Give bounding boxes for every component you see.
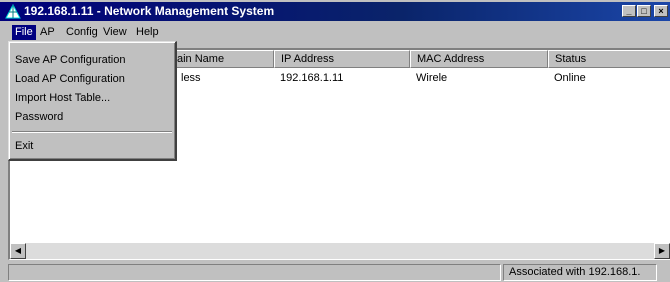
minimize-button[interactable]: _ — [622, 5, 636, 17]
menu-view[interactable]: View — [100, 25, 130, 40]
column-header-mac[interactable]: MAC Address — [410, 50, 548, 68]
scroll-right-icon: ▶ — [658, 246, 666, 255]
status-pane-left — [8, 264, 501, 281]
menu-item-password[interactable]: Password — [15, 109, 63, 125]
menu-bar: File AP Config View Help — [0, 22, 670, 42]
maximize-icon: □ — [641, 6, 647, 16]
cell-ip: 192.168.1.11 — [280, 72, 344, 84]
window-title: 192.168.1.11 - Network Management System — [24, 4, 275, 18]
scroll-left-button[interactable]: ◀ — [10, 243, 26, 259]
cell-status: Online — [554, 72, 586, 84]
network-icon — [5, 4, 21, 19]
close-icon: × — [658, 6, 664, 16]
scroll-right-button[interactable]: ▶ — [654, 243, 670, 259]
file-menu-dropdown: Save AP Configuration Load AP Configurat… — [8, 41, 177, 161]
close-button[interactable]: × — [654, 5, 668, 17]
scroll-left-icon: ◀ — [14, 246, 22, 255]
menu-help[interactable]: Help — [133, 25, 162, 40]
column-header-ip[interactable]: IP Address — [274, 50, 410, 68]
menu-item-exit[interactable]: Exit — [15, 138, 33, 154]
menu-file[interactable]: File — [12, 25, 36, 40]
cell-name: less — [181, 72, 201, 84]
minimize-icon: _ — [626, 6, 632, 16]
menu-separator — [12, 131, 172, 133]
menu-ap[interactable]: AP — [37, 25, 58, 40]
menu-item-load-ap-configuration[interactable]: Load AP Configuration — [15, 71, 125, 87]
title-bar[interactable]: 192.168.1.11 - Network Management System… — [0, 2, 670, 21]
menu-config[interactable]: Config — [63, 25, 101, 40]
app-window: 192.168.1.11 - Network Management System… — [0, 0, 670, 282]
column-header-status[interactable]: Status — [548, 50, 670, 68]
menu-item-import-host-table[interactable]: Import Host Table... — [15, 90, 110, 106]
status-bar: Associated with 192.168.1. — [0, 262, 670, 282]
cell-mac: Wirele — [416, 72, 448, 84]
status-pane-right: Associated with 192.168.1. — [503, 264, 657, 281]
menu-item-save-ap-configuration[interactable]: Save AP Configuration — [15, 52, 125, 68]
maximize-button[interactable]: □ — [637, 5, 651, 17]
horizontal-scrollbar[interactable]: ◀ ▶ — [10, 243, 670, 259]
